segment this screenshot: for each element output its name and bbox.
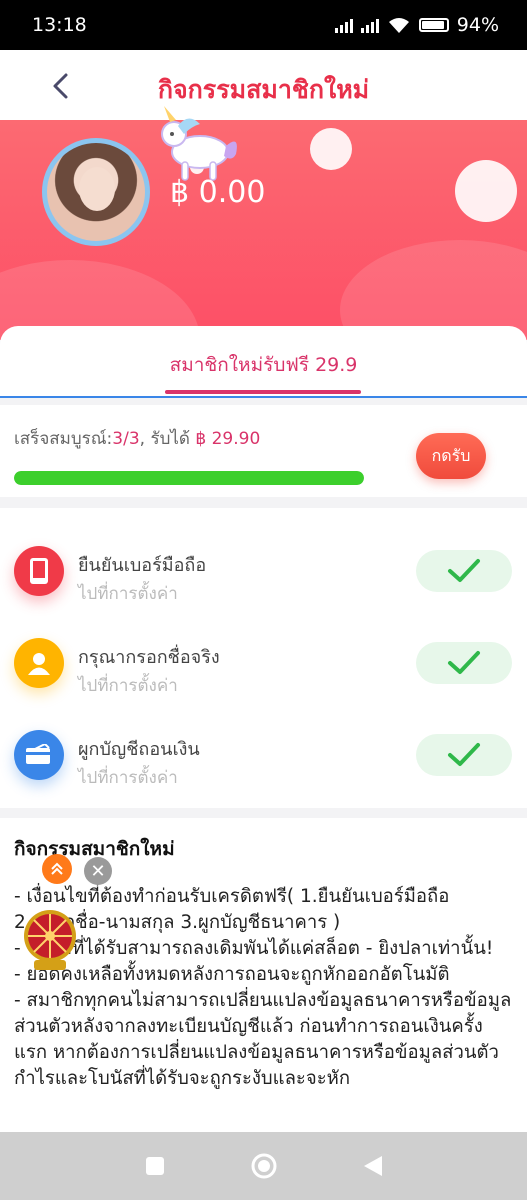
phone-icon [14,546,64,596]
info-section: กิจกรรมสมาชิกใหม่ - เงื่อนไขที่ต้องทำก่อ… [0,818,527,1138]
task-subtitle: ไปที่การตั้งค่า [78,584,178,604]
info-line: - ยอดคงเหลือทั้งหมดหลังการถอนจะถูกหักออก… [14,964,450,985]
task-title: ผูกบัญชีถอนเงิน [78,739,200,760]
header: กิจกรรมสมาชิกใหม่ [0,50,527,120]
task-verify-phone[interactable]: ยืนยันเบอร์มือถือ ไปที่การตั้งค่า [0,536,527,628]
progress-bar [14,471,364,485]
task-real-name[interactable]: กรุณากรอกชื่อจริง ไปที่การตั้งค่า [0,628,527,720]
info-line: - โบนัสที่ได้รับสามารถลงเดิมพันได้แค่สล็… [14,938,494,959]
claim-button[interactable]: กดรับ [416,433,486,479]
avatar[interactable] [42,138,150,246]
back-nav-button[interactable] [353,1146,393,1186]
task-subtitle: ไปที่การตั้งค่า [78,768,178,788]
decor-blob [340,240,527,340]
task-done-button[interactable] [416,642,512,684]
progress-mid: , รับได้ [139,429,196,449]
signal-icon [334,17,353,33]
double-chevron-up-icon [51,862,63,875]
status-time: 13:18 [32,14,87,36]
task-subtitle: ไปที่การตั้งค่า [78,676,178,696]
status-bar: 13:18 94% [0,0,527,50]
page-title: กิจกรรมสมาชิกใหม่ [157,75,370,104]
signal-icon-2 [360,17,379,33]
progress-label: เสร็จสมบูรณ์: [14,429,113,449]
info-line: - เงื่อนไขที่ต้องทำก่อนรับเครดิตฟรี( 1.ย… [14,886,450,933]
square-icon [145,1157,164,1175]
system-nav-bar [0,1132,527,1200]
progress-count: 3/3 [112,429,140,449]
progress-reward: ฿ 29.90 [195,429,261,449]
battery-level: 94% [456,14,499,36]
progress-text: เสร็จสมบูรณ์:3/3, รับได้ ฿ 29.90 [14,425,260,452]
progress-card: เสร็จสมบูรณ์:3/3, รับได้ ฿ 29.90 กดรับ [0,405,527,497]
tab-underline [165,390,361,394]
decor-bubble [455,160,517,222]
check-icon [448,559,480,582]
close-float-button[interactable]: ✕ [84,857,112,885]
check-icon [448,651,480,674]
task-done-button[interactable] [416,734,512,776]
status-icons: 94% [334,14,499,36]
recents-button[interactable] [135,1146,175,1186]
tab-new-member[interactable]: สมาชิกใหม่รับฟรี 29.9 [0,350,527,380]
task-list: ยืนยันเบอร์มือถือ ไปที่การตั้งค่า กรุณาก… [0,508,527,808]
progress-fill [14,471,364,485]
task-bank-account[interactable]: ผูกบัญชีถอนเงิน ไปที่การตั้งค่า [0,720,527,812]
tab-bar: สมาชิกใหม่รับฟรี 29.9 [0,326,527,398]
info-line: - สมาชิกทุกคนไม่สามารถเปลี่ยนแปลงข้อมูลธ… [14,990,512,1089]
balance-amount: ฿ 0.00 [170,175,266,210]
home-button[interactable] [244,1146,284,1186]
task-title: ยืนยันเบอร์มือถือ [78,555,207,576]
wifi-icon [388,18,409,33]
battery-icon [418,18,449,32]
check-icon [448,743,480,766]
close-icon: ✕ [90,860,106,882]
unicorn-icon [161,106,237,181]
card-icon [14,730,64,780]
decor-bubble [310,128,352,170]
user-icon [14,638,64,688]
task-title: กรุณากรอกชื่อจริง [78,647,220,668]
lucky-wheel-icon[interactable] [20,908,80,972]
scroll-top-button[interactable] [42,854,72,884]
task-done-button[interactable] [416,550,512,592]
triangle-back-icon [363,1156,382,1176]
circle-icon [251,1153,276,1179]
